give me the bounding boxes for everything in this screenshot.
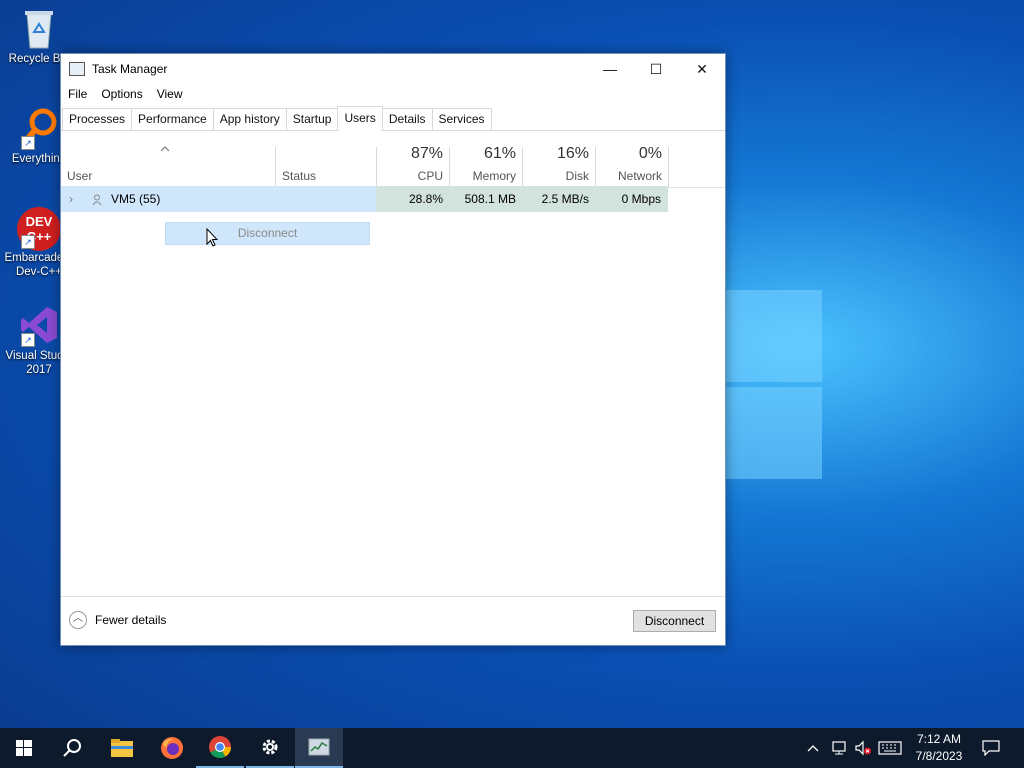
column-user-label: User [67, 169, 93, 183]
settings-button[interactable] [246, 728, 294, 768]
file-explorer-icon [111, 739, 133, 757]
user-network: 0 Mbps [621, 192, 661, 206]
chrome-icon [209, 736, 231, 758]
menu-bar: File Options View [61, 84, 725, 104]
volume-muted-icon [855, 740, 871, 756]
title-bar[interactable]: Task Manager — ☐ ✕ [61, 54, 725, 84]
column-header-row: User Status 87% CPU 61% Memory 16% Disk … [61, 131, 725, 188]
tab-app-history[interactable]: App history [212, 108, 287, 130]
cpu-total-percent: 87% [410, 145, 443, 162]
fewer-details-label: Fewer details [95, 613, 167, 627]
tab-users[interactable]: Users [337, 106, 383, 131]
column-disk-label: Disk [565, 169, 589, 183]
touch-keyboard-button[interactable] [878, 728, 902, 768]
close-button[interactable]: ✕ [679, 54, 725, 84]
column-memory-label: Memory [472, 169, 516, 183]
volume-tray-button[interactable] [854, 728, 872, 768]
show-hidden-icons-button[interactable] [806, 728, 820, 768]
shortcut-arrow-icon: ↗ [21, 235, 35, 249]
firefox-icon [161, 737, 183, 759]
column-user[interactable]: User [61, 131, 275, 187]
file-explorer-button[interactable] [98, 728, 146, 768]
menu-options[interactable]: Options [101, 87, 142, 101]
network-total-percent: 0% [638, 145, 662, 162]
start-icon [16, 740, 32, 756]
context-menu-disconnect[interactable]: Disconnect [165, 222, 370, 245]
user-disk: 2.5 MB/s [541, 192, 589, 206]
notification-icon [982, 740, 1000, 756]
visual-studio-icon: ↗ [19, 305, 59, 347]
tab-strip: Processes Performance App history Startu… [61, 104, 725, 131]
task-manager-window: Task Manager — ☐ ✕ File Options View Pro… [60, 53, 726, 646]
dev-cpp-icon: DEV C++ ↗ [17, 207, 61, 251]
recycle-bin-icon [19, 8, 59, 49]
table-row[interactable]: › VM5 (55) 28.8% 508.1 MB 2.5 MB/s 0 Mbp… [61, 186, 668, 212]
user-name: VM5 (55) [111, 192, 161, 206]
chevron-up-icon [807, 745, 819, 752]
taskbar: 7:12 AM 7/8/2023 [0, 728, 1024, 768]
chevron-up-icon: ︿ [69, 611, 87, 629]
column-cpu-label: CPU [417, 169, 443, 183]
start-button[interactable] [0, 728, 48, 768]
search-icon [63, 739, 81, 757]
clock-date: 7/8/2023 [915, 749, 963, 763]
task-manager-icon [308, 738, 330, 756]
maximize-button[interactable]: ☐ [633, 54, 679, 84]
system-clock[interactable]: 7:12 AM 7/8/2023 [900, 731, 978, 765]
tab-details[interactable]: Details [381, 108, 433, 130]
expand-chevron-icon[interactable]: › [69, 186, 73, 212]
minimize-icon: — [603, 61, 617, 77]
column-memory[interactable]: 61% Memory [449, 131, 522, 187]
close-icon: ✕ [696, 60, 708, 77]
settings-icon [262, 739, 278, 755]
shortcut-arrow-icon: ↗ [21, 333, 35, 347]
keyboard-icon [878, 741, 902, 755]
action-center-button[interactable] [982, 728, 1000, 768]
disconnect-button[interactable]: Disconnect [633, 610, 716, 632]
firefox-button[interactable] [148, 728, 196, 768]
user-memory: 508.1 MB [464, 192, 516, 206]
column-network-label: Network [617, 169, 662, 183]
tab-performance[interactable]: Performance [131, 108, 214, 130]
mouse-cursor-icon [206, 227, 219, 250]
clock-time: 7:12 AM [916, 732, 962, 746]
network-tray-button[interactable] [830, 728, 848, 768]
fewer-details-toggle[interactable]: ︿ Fewer details [69, 611, 166, 629]
user-cpu: 28.8% [408, 192, 443, 206]
tab-processes[interactable]: Processes [62, 108, 133, 130]
maximize-icon: ☐ [649, 60, 663, 77]
window-title: Task Manager [92, 62, 168, 76]
column-network[interactable]: 0% Network [595, 131, 668, 187]
column-status[interactable]: Status [276, 131, 376, 187]
menu-view[interactable]: View [157, 87, 183, 101]
tab-services[interactable]: Services [431, 108, 492, 130]
task-manager-app-icon [69, 62, 85, 76]
memory-total-percent: 61% [483, 145, 516, 162]
column-status-label: Status [282, 169, 317, 183]
footer-bar: ︿ Fewer details Disconnect [61, 596, 725, 645]
task-manager-button[interactable] [295, 728, 343, 768]
chrome-button[interactable] [196, 728, 244, 768]
user-icon [92, 186, 102, 212]
column-cpu[interactable]: 87% CPU [376, 131, 449, 187]
shortcut-arrow-icon: ↗ [21, 136, 35, 150]
tab-startup[interactable]: Startup [285, 108, 339, 130]
network-icon [832, 741, 846, 755]
search-button[interactable] [48, 728, 96, 768]
everything-search-icon: ↗ [19, 108, 59, 150]
menu-file[interactable]: File [68, 87, 87, 101]
minimize-button[interactable]: — [587, 54, 633, 84]
disk-total-percent: 16% [556, 145, 589, 162]
column-disk[interactable]: 16% Disk [522, 131, 595, 187]
